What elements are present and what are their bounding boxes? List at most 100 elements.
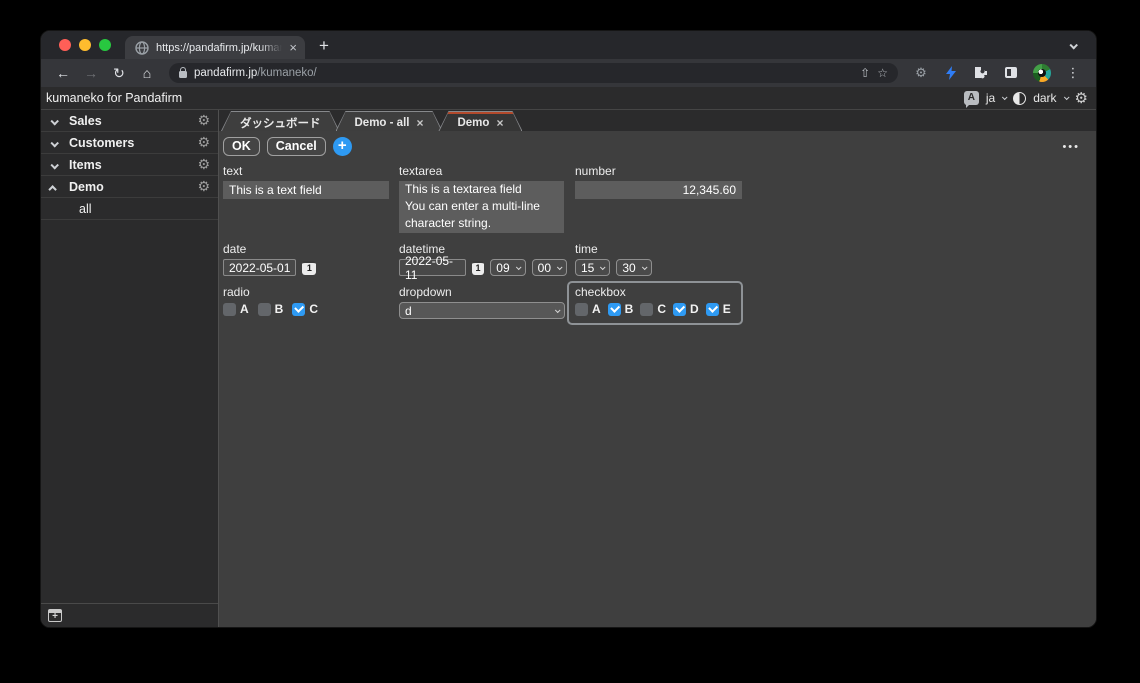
checkbox-option-c[interactable]: C — [640, 302, 666, 316]
radio-checked-icon[interactable] — [292, 303, 305, 316]
dropdown-select[interactable]: d — [399, 302, 565, 319]
checkbox-checked-icon[interactable] — [608, 303, 621, 316]
new-tab-button[interactable]: + — [319, 37, 329, 54]
checkbox-box-icon[interactable] — [640, 303, 653, 316]
field-checkbox: checkbox A B C D E — [575, 285, 751, 325]
header-controls: A ja dark ⚙ — [964, 91, 1088, 106]
share-icon[interactable]: ⇧ — [860, 66, 870, 80]
language-chevron-icon[interactable] — [1002, 94, 1008, 100]
datetime-hour-select[interactable]: 09 — [490, 259, 525, 276]
extension-bolt-icon[interactable] — [943, 66, 959, 80]
date-label: date — [223, 242, 391, 256]
form: text This is a text field textarea This … — [223, 164, 1092, 325]
time-minute-select[interactable]: 30 — [616, 259, 651, 276]
sidebar-item-demo[interactable]: Demo ⚙ — [41, 176, 218, 198]
datetime-minute-select[interactable]: 00 — [532, 259, 567, 276]
browser-menu-icon[interactable]: ⋮ — [1065, 65, 1081, 81]
number-input[interactable]: 12,345.60 — [575, 181, 742, 199]
radio-option-b[interactable]: B — [258, 302, 284, 316]
zoom-window-button[interactable] — [99, 39, 111, 51]
tab-close-icon[interactable]: × — [289, 41, 297, 54]
chevron-down-icon[interactable] — [51, 156, 69, 174]
ok-button[interactable]: OK — [223, 137, 260, 156]
language-select[interactable]: ja — [986, 91, 995, 105]
radio-box-icon[interactable] — [223, 303, 236, 316]
hour-value: 09 — [496, 261, 509, 275]
browser-tab[interactable]: https://pandafirm.jp/kumaneko × — [125, 36, 305, 59]
page: kumaneko for Pandafirm A ja dark ⚙ Sale — [41, 87, 1096, 627]
side-panel-icon[interactable] — [1003, 66, 1019, 81]
sidebar-footer: + — [41, 603, 218, 627]
cancel-button[interactable]: Cancel — [267, 137, 326, 156]
text-input[interactable]: This is a text field — [223, 181, 389, 199]
home-button[interactable]: ⌂ — [135, 65, 159, 81]
time-hour-select[interactable]: 15 — [575, 259, 610, 276]
settings-gear-icon[interactable]: ⚙ — [1075, 91, 1088, 106]
more-options-icon[interactable]: ••• — [1062, 141, 1080, 153]
sidebar-item-items[interactable]: Items ⚙ — [41, 154, 218, 176]
field-textarea: textarea This is a textarea field You ca… — [399, 164, 567, 233]
radio-option-a[interactable]: A — [223, 302, 249, 316]
chevron-down-icon — [516, 264, 522, 270]
profile-avatar[interactable] — [1033, 64, 1051, 82]
add-window-icon[interactable]: + — [48, 609, 62, 622]
tab-content: OK Cancel + ••• text This is a text fiel… — [219, 131, 1096, 627]
theme-select[interactable]: dark — [1033, 91, 1056, 105]
tab-demo-all[interactable]: Demo - all × — [336, 111, 443, 131]
field-time: time 15 30 — [575, 242, 751, 276]
radio-box-icon[interactable] — [258, 303, 271, 316]
close-window-button[interactable] — [59, 39, 71, 51]
app-body: Sales ⚙ Customers ⚙ Items ⚙ — [41, 110, 1096, 627]
address-bar[interactable]: pandafirm.jp/kumaneko/ ⇧ ☆ — [169, 63, 898, 83]
reload-button[interactable]: ↻ — [107, 65, 131, 82]
sidebar-item-label: Items — [69, 158, 102, 172]
checkbox-checked-icon[interactable] — [673, 303, 686, 316]
forward-button[interactable]: → — [79, 65, 103, 81]
tab-dashboard[interactable]: ダッシュボード — [221, 111, 340, 131]
tab-demo[interactable]: Demo × — [438, 111, 522, 131]
checkbox-group: checkbox A B C D E — [567, 281, 743, 325]
chevron-down-icon[interactable] — [51, 112, 69, 130]
checkbox-checked-icon[interactable] — [706, 303, 719, 316]
checkbox-option-d[interactable]: D — [673, 302, 699, 316]
tab-close-icon[interactable]: × — [416, 117, 423, 129]
back-button[interactable]: ← — [51, 65, 75, 81]
checkbox-box-icon[interactable] — [575, 303, 588, 316]
chevron-down-icon — [600, 264, 606, 270]
checkbox-option-a[interactable]: A — [575, 302, 601, 316]
tab-search-chevron-icon[interactable] — [1070, 36, 1076, 54]
demo-gear-icon[interactable]: ⚙ — [197, 180, 210, 194]
checkbox-option-b[interactable]: B — [608, 302, 634, 316]
checkbox-label: checkbox — [575, 285, 731, 299]
theme-chevron-icon[interactable] — [1063, 94, 1069, 100]
field-text: text This is a text field — [223, 164, 391, 199]
items-gear-icon[interactable]: ⚙ — [197, 158, 210, 172]
extension-gear-icon[interactable]: ⚙ — [913, 65, 929, 81]
textarea-input[interactable]: This is a textarea field You can enter a… — [399, 181, 564, 233]
option-label: C — [309, 302, 318, 316]
customers-gear-icon[interactable]: ⚙ — [197, 136, 210, 150]
radio-option-c[interactable]: C — [292, 302, 318, 316]
calendar-icon[interactable]: 1 — [472, 261, 485, 275]
browser-tab-title: https://pandafirm.jp/kumaneko — [156, 42, 282, 54]
lock-icon[interactable] — [179, 71, 187, 78]
field-dropdown: dropdown d — [399, 285, 567, 319]
datetime-date-input[interactable]: 2022-05-11 — [399, 259, 466, 276]
sales-gear-icon[interactable]: ⚙ — [197, 114, 210, 128]
date-input[interactable]: 2022-05-01 — [223, 259, 296, 276]
tab-close-icon[interactable]: × — [496, 117, 503, 129]
sidebar-spacer — [41, 220, 218, 603]
extensions-puzzle-icon[interactable] — [973, 66, 989, 80]
sidebar-item-demo-all[interactable]: all — [41, 198, 218, 220]
text-label: text — [223, 164, 391, 178]
sidebar-item-customers[interactable]: Customers ⚙ — [41, 132, 218, 154]
chevron-up-icon[interactable] — [51, 178, 69, 196]
sidebar-item-sales[interactable]: Sales ⚙ — [41, 110, 218, 132]
checkbox-option-e[interactable]: E — [706, 302, 731, 316]
calendar-icon[interactable]: 1 — [302, 261, 316, 275]
bookmark-star-icon[interactable]: ☆ — [877, 66, 888, 80]
chevron-down-icon[interactable] — [51, 134, 69, 152]
add-record-button[interactable]: + — [333, 137, 352, 156]
minimize-window-button[interactable] — [79, 39, 91, 51]
option-label: C — [657, 302, 666, 316]
